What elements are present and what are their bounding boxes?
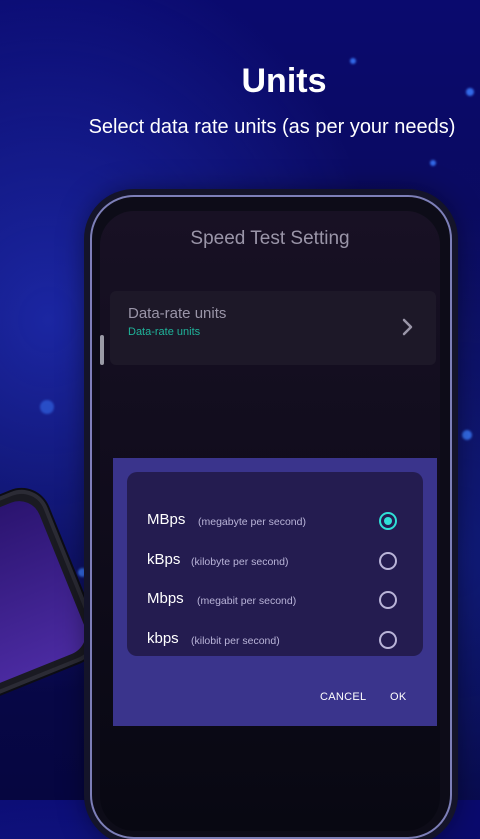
unit-option-description: (megabit per second) bbox=[197, 595, 297, 607]
unit-option-mbits[interactable]: Mbps (megabit per second) bbox=[127, 581, 423, 621]
unit-options-list: MBps (megabyte per second) kBps (kilobyt… bbox=[127, 472, 423, 656]
cancel-button[interactable]: CANCEL bbox=[320, 691, 366, 703]
app-title: Speed Test Setting bbox=[190, 228, 350, 249]
bokeh-dot bbox=[40, 400, 54, 414]
radio-unselected[interactable] bbox=[379, 591, 397, 609]
bokeh-dot bbox=[430, 160, 436, 166]
unit-option-description: (megabyte per second) bbox=[198, 516, 306, 528]
unit-option-label: kBps bbox=[147, 551, 181, 568]
bokeh-dot bbox=[78, 568, 87, 577]
radio-selected[interactable] bbox=[379, 512, 397, 530]
page-subtitle: Select data rate units (as per your need… bbox=[88, 116, 456, 138]
ok-button[interactable]: OK bbox=[390, 691, 407, 703]
radio-unselected[interactable] bbox=[379, 631, 397, 649]
setting-subtitle: Data-rate units bbox=[128, 326, 201, 338]
unit-option-label: MBps bbox=[147, 511, 186, 528]
chevron-right-icon bbox=[402, 318, 413, 336]
bokeh-dot bbox=[462, 430, 472, 440]
unit-option-description: (kilobit per second) bbox=[191, 635, 280, 647]
background-phone-screen bbox=[0, 494, 93, 709]
app-bar: Speed Test Setting bbox=[100, 211, 440, 267]
radio-unselected[interactable] bbox=[379, 552, 397, 570]
setting-title: Data-rate units bbox=[128, 305, 227, 322]
unit-option-mbytes[interactable]: MBps (megabyte per second) bbox=[127, 502, 423, 542]
data-rate-units-setting[interactable]: Data-rate units Data-rate units bbox=[110, 291, 436, 365]
side-handle bbox=[100, 335, 104, 365]
unit-option-label: kbps bbox=[147, 630, 179, 647]
units-dialog: MBps (megabyte per second) kBps (kilobyt… bbox=[113, 458, 437, 726]
unit-option-kbits[interactable]: kbps (kilobit per second) bbox=[127, 621, 423, 661]
page-title: Units bbox=[241, 62, 327, 100]
unit-option-kbytes[interactable]: kBps (kilobyte per second) bbox=[127, 542, 423, 582]
unit-option-label: Mbps bbox=[147, 590, 184, 607]
unit-option-description: (kilobyte per second) bbox=[191, 556, 289, 568]
